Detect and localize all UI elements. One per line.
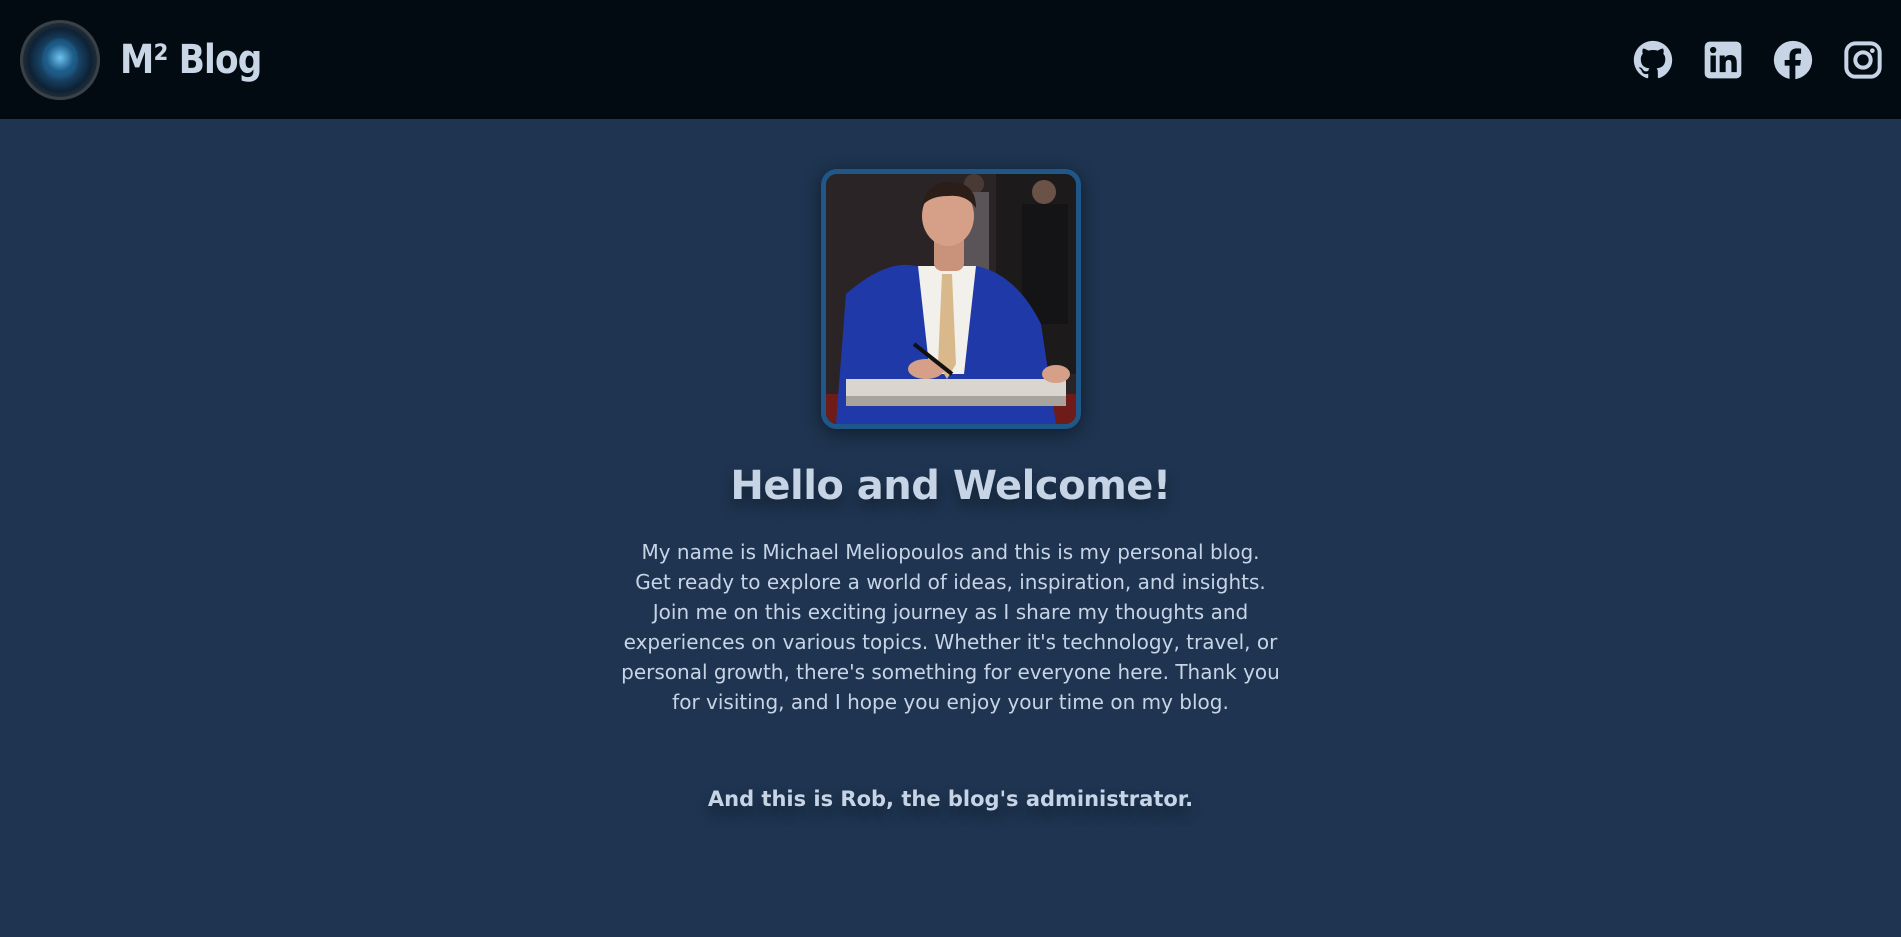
admin-note: And this is Rob, the blog's administrato…	[707, 787, 1194, 811]
github-icon	[1633, 40, 1673, 78]
facebook-link[interactable]	[1773, 40, 1813, 80]
main-content: Hello and Welcome! My name is Michael Me…	[0, 119, 1901, 937]
profile-photo-image	[825, 174, 1076, 424]
linkedin-link[interactable]	[1703, 40, 1743, 80]
github-link[interactable]	[1633, 40, 1673, 80]
linkedin-icon	[1704, 41, 1742, 78]
intro-paragraph: My name is Michael Meliopoulos and this …	[621, 540, 1280, 714]
instagram-link[interactable]	[1843, 40, 1883, 80]
welcome-heading: Hello and Welcome!	[730, 463, 1171, 509]
site-title[interactable]: M² Blog	[120, 37, 262, 83]
brand[interactable]: M² Blog	[20, 19, 285, 100]
instagram-icon	[1844, 40, 1882, 79]
profile-photo	[820, 169, 1081, 429]
social-links	[1633, 40, 1883, 80]
blog-logo-icon[interactable]	[20, 19, 100, 100]
site-header: M² Blog	[0, 0, 1901, 119]
facebook-icon	[1773, 40, 1813, 80]
